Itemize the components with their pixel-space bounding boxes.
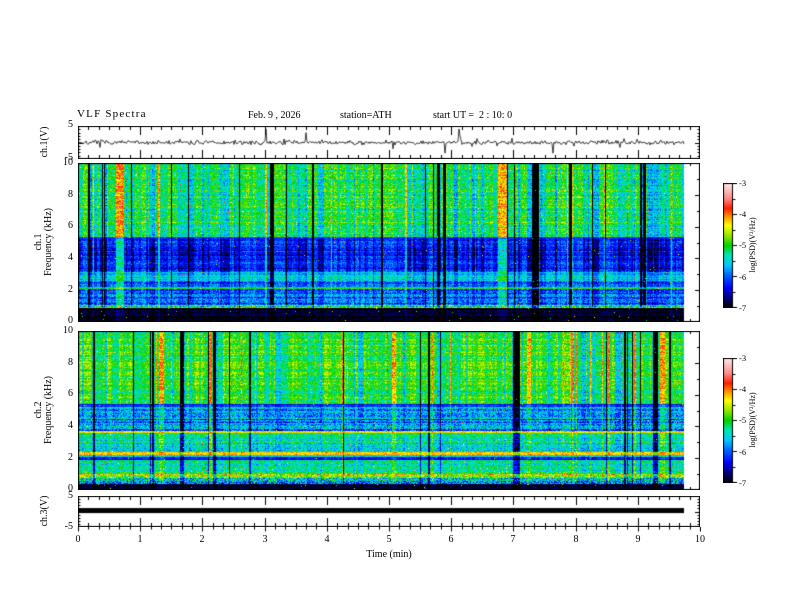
colorbar-axis-title: log(PSD)(V²/Hz)	[748, 392, 757, 448]
x-tick-label: 7	[510, 534, 516, 545]
y-tick-label: 2	[68, 452, 73, 463]
y-tick-label: 10	[63, 157, 73, 168]
start-ut-label: start UT = 2 : 10: 0	[433, 110, 513, 121]
x-tick-label: 8	[573, 534, 579, 545]
y-tick-label: 6	[68, 220, 73, 231]
y-tick-label: 8	[68, 357, 73, 368]
ch2-spectrogram-panel	[78, 331, 700, 490]
x-tick-label: 4	[324, 534, 330, 545]
colorbar-ch1	[723, 183, 739, 308]
x-tick-label: 5	[386, 534, 392, 545]
y-tick-label: 5	[68, 119, 73, 130]
ch3-waveform-panel	[78, 496, 700, 527]
y-tick-label: 4	[68, 420, 73, 431]
ch3-voltage-axis-title: ch.3(V)	[39, 495, 50, 527]
x-tick-label: 9	[635, 534, 641, 545]
x-tick-label: 2	[199, 534, 205, 545]
y-tick-label: 6	[68, 388, 73, 399]
y-tick-label: -5	[64, 521, 73, 532]
ch2-spectrogram-axis-title-frequency: Frequency (kHz)	[43, 375, 54, 445]
colorbar-tick-label: -6	[739, 447, 747, 457]
colorbar-tick-label: -6	[739, 272, 747, 282]
colorbar-ch2	[723, 358, 739, 483]
station-label: station=ATH	[340, 110, 392, 121]
y-tick-label: 5	[68, 490, 73, 501]
x-tick-label: 1	[137, 534, 143, 545]
x-tick-label: 10	[695, 534, 705, 545]
ch1-spectrogram-axis-title-frequency: Frequency (kHz)	[43, 207, 54, 277]
y-tick-label: 4	[68, 252, 73, 263]
x-tick-label: 3	[262, 534, 268, 545]
date-label: Feb. 9 , 2026	[248, 110, 301, 121]
plot-title: VLF Spectra	[77, 108, 147, 120]
x-tick-label: 6	[448, 534, 454, 545]
x-axis-title: Time (min)	[366, 549, 412, 560]
ch1-waveform-panel	[78, 126, 700, 159]
ch1-spectrogram-panel	[78, 163, 700, 322]
colorbar-tick-label: -7	[739, 478, 747, 488]
x-tick-label: 0	[75, 534, 81, 545]
colorbar-tick-label: -7	[739, 303, 747, 313]
colorbar-tick-label: -3	[739, 178, 747, 188]
y-tick-label: 2	[68, 284, 73, 295]
y-tick-label: 8	[68, 189, 73, 200]
y-tick-label: 10	[63, 325, 73, 336]
ch1-voltage-axis-title: ch.1(V)	[39, 126, 50, 158]
colorbar-tick-label: -3	[739, 353, 747, 363]
colorbar-axis-title: log(PSD)(V²/Hz)	[748, 217, 757, 273]
vlf-spectra-figure: VLF Spectra Feb. 9 , 2026 station=ATH st…	[0, 0, 792, 612]
